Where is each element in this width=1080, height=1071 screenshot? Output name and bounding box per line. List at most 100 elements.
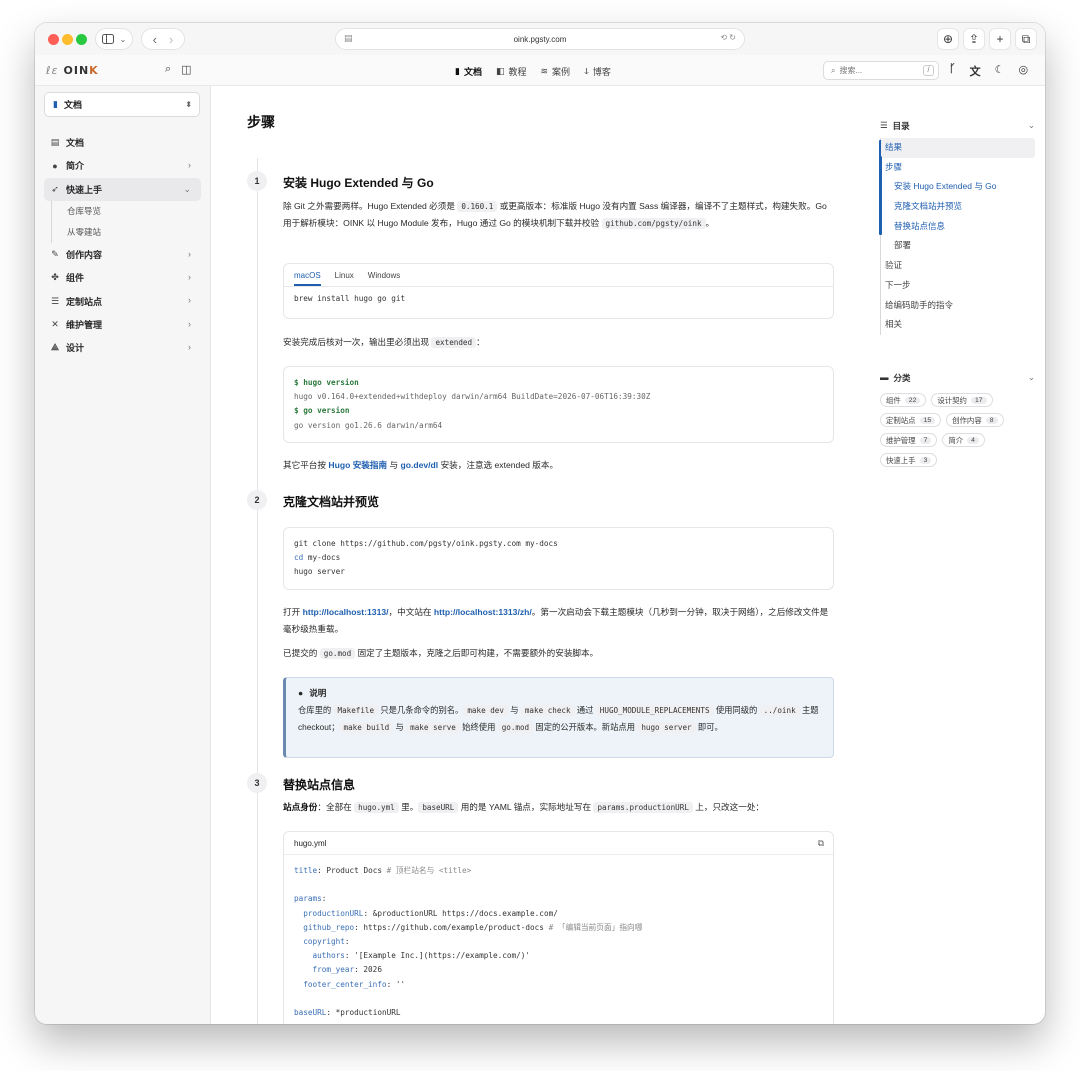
new-tab-icon[interactable]: + [989, 28, 1011, 50]
tag-label: 维护管理 [886, 435, 916, 445]
toc-header[interactable]: ☰ 目录 ⌄ [880, 120, 1035, 132]
toc-item[interactable]: 替换站点信息 [881, 217, 1035, 237]
toc-item[interactable]: 克隆文档站并预览 [881, 197, 1035, 217]
code-line: params: [294, 894, 327, 904]
toc-item[interactable]: 给编码助手的指令 [881, 296, 1035, 316]
translate-icon[interactable]: 文 [970, 63, 981, 79]
toc-item[interactable]: 部署 [881, 236, 1035, 256]
yaml-key: productionURL [294, 908, 364, 918]
sidebar-item-label: 创作内容 [66, 250, 103, 261]
nav-blog[interactable]: ↆ 博客 [584, 65, 611, 78]
tag-label: 定制站点 [886, 415, 916, 425]
tag-count: 22 [904, 396, 921, 404]
sidebar-item-quickstart[interactable]: ➶ 快速上手 ⌄ [44, 177, 201, 201]
tag-count: 8 [985, 416, 998, 424]
toolbar-icons: ⊕ ⇪ + ⧉ [937, 28, 1037, 50]
code-line: copyright: [294, 936, 350, 946]
sidebar-item-customize[interactable]: ☰ 定制站点 › [44, 289, 201, 312]
step-number: 3 [247, 773, 267, 793]
text: ： [476, 337, 485, 347]
step-title: 替换站点信息 [283, 778, 356, 792]
category-tag[interactable]: 组件 22 [880, 393, 927, 407]
sidebar-subitem-from-scratch[interactable]: 从零建站 [51, 221, 201, 243]
categories-header[interactable]: ▬ 分类 ⌄ [880, 372, 1035, 384]
site-logo[interactable]: ℓε OINK [46, 64, 99, 77]
copy-icon[interactable]: ⧉ [818, 838, 824, 849]
info-icon: ● [52, 160, 58, 171]
sidebar-item-design[interactable]: ⟁ 设计 › [44, 336, 201, 359]
sidebar-item-intro[interactable]: ● 简介 › [44, 154, 201, 177]
sidebar-item-docs[interactable]: ▤ 文档 [44, 131, 201, 154]
branch-icon[interactable]: ᚴ [949, 63, 956, 79]
category-tag[interactable]: 设计契约 17 [931, 393, 993, 407]
search-input[interactable]: ⌕ 搜索... / [823, 61, 939, 80]
toc-item[interactable]: 验证 [881, 256, 1035, 276]
nav-tutorials[interactable]: ◧ 教程 [496, 65, 527, 78]
main-content: 步骤 1 安装 Hugo Extended 与 Go 除 Git 之外需要两样。… [211, 86, 845, 1024]
nav-docs-label: 文档 [463, 67, 482, 77]
toc-item[interactable]: 步骤 [881, 158, 1035, 178]
toc-item[interactable]: 相关 [881, 315, 1035, 335]
close-window-button[interactable] [48, 34, 59, 45]
tag-count: 17 [970, 396, 987, 404]
text: 仓库里的 [298, 705, 334, 715]
localhost-zh-link[interactable]: http://localhost:1313/zh/ [434, 607, 532, 617]
nav-cases[interactable]: ≋ 案例 [541, 65, 571, 78]
dark-mode-icon[interactable]: ☾ [995, 63, 1005, 79]
toc-item[interactable]: 结果 [881, 138, 1035, 158]
layout-icon[interactable]: ◫ [181, 63, 191, 76]
back-button[interactable]: ‹ [153, 32, 157, 47]
section-select[interactable]: ▮ 文档 ⬍ [44, 92, 200, 117]
address-bar[interactable]: ▤ oink.pgsty.com ⟲ ↻ [335, 28, 745, 50]
toc-item[interactable]: 安装 Hugo Extended 与 Go [881, 177, 1035, 197]
category-tag[interactable]: 快速上手 3 [880, 453, 938, 467]
category-tag[interactable]: 创作内容 8 [946, 413, 1004, 427]
category-tag[interactable]: 简介 4 [942, 433, 985, 447]
toc-item[interactable]: 下一步 [881, 276, 1035, 296]
sidebar-item-maintenance[interactable]: ✕ 维护管理 › [44, 313, 201, 336]
localhost-link[interactable]: http://localhost:1313/ [303, 607, 389, 617]
nav-docs[interactable]: ▮ 文档 [455, 65, 482, 78]
site-header: ℓε OINK ⌕ ◫ ▮ 文档 ◧ 教程 ≋ 案例 ↆ 博客 ⌕ 搜索... / ᚴ 文… [35, 55, 1045, 86]
step-number: 2 [247, 490, 267, 510]
github-icon[interactable]: ◎ [1018, 63, 1028, 79]
hugo-install-link[interactable]: Hugo 安装指南 [328, 460, 387, 470]
sidebar-item-authoring[interactable]: ✎ 创作内容 › [44, 243, 201, 266]
tab-macos[interactable]: macOS [294, 271, 321, 286]
yaml-key: from_year [294, 965, 355, 975]
category-tag[interactable]: 维护管理 7 [880, 433, 938, 447]
tab-overview-icon[interactable]: ⧉ [1015, 28, 1037, 50]
code-line: productionURL: &productionURL https://do… [294, 907, 823, 921]
yaml-codebox: hugo.yml ⧉ title: Product Docs # 顶栏站名与 <… [283, 831, 834, 1024]
download-icon[interactable]: ⊕ [937, 28, 959, 50]
design-icon: ⟁ [50, 342, 60, 353]
minimize-window-button[interactable] [62, 34, 73, 45]
zoom-window-button[interactable] [76, 34, 87, 45]
tab-linux[interactable]: Linux [335, 271, 354, 286]
yaml-key: params [294, 894, 322, 904]
reload-icon[interactable]: ⟲ ↻ [720, 33, 736, 42]
search-icon[interactable]: ⌕ [165, 63, 171, 76]
nav-arrows: ‹ › [141, 28, 185, 50]
note-title-text: 说明 [309, 688, 327, 698]
chevron-right-icon: › [188, 342, 191, 353]
sidebar-item-components[interactable]: ✤ 组件 › [44, 266, 201, 289]
chevron-right-icon: › [188, 160, 191, 171]
sidebar-subitem-repo-tour[interactable]: 仓库导览 [51, 200, 201, 222]
step-number: 1 [247, 171, 267, 191]
rss-icon: ↆ [584, 66, 589, 76]
tab-windows[interactable]: Windows [368, 271, 400, 286]
yaml-key: baseURL [294, 1007, 327, 1017]
go-dl-link[interactable]: go.dev/dl [400, 460, 438, 470]
share-icon[interactable]: ⇪ [963, 28, 985, 50]
top-navigation: ▮ 文档 ◧ 教程 ≋ 案例 ↆ 博客 [455, 65, 611, 78]
forward-button[interactable]: › [169, 32, 173, 47]
category-tag[interactable]: 定制站点 15 [880, 413, 942, 427]
text: ：全部在 [317, 802, 355, 812]
section-select-label: 文档 [63, 100, 82, 110]
sidebar-toggle-button[interactable]: ⌄ [95, 28, 133, 50]
chevron-right-icon: › [188, 248, 191, 259]
step-title: 安装 Hugo Extended 与 Go [283, 176, 434, 190]
